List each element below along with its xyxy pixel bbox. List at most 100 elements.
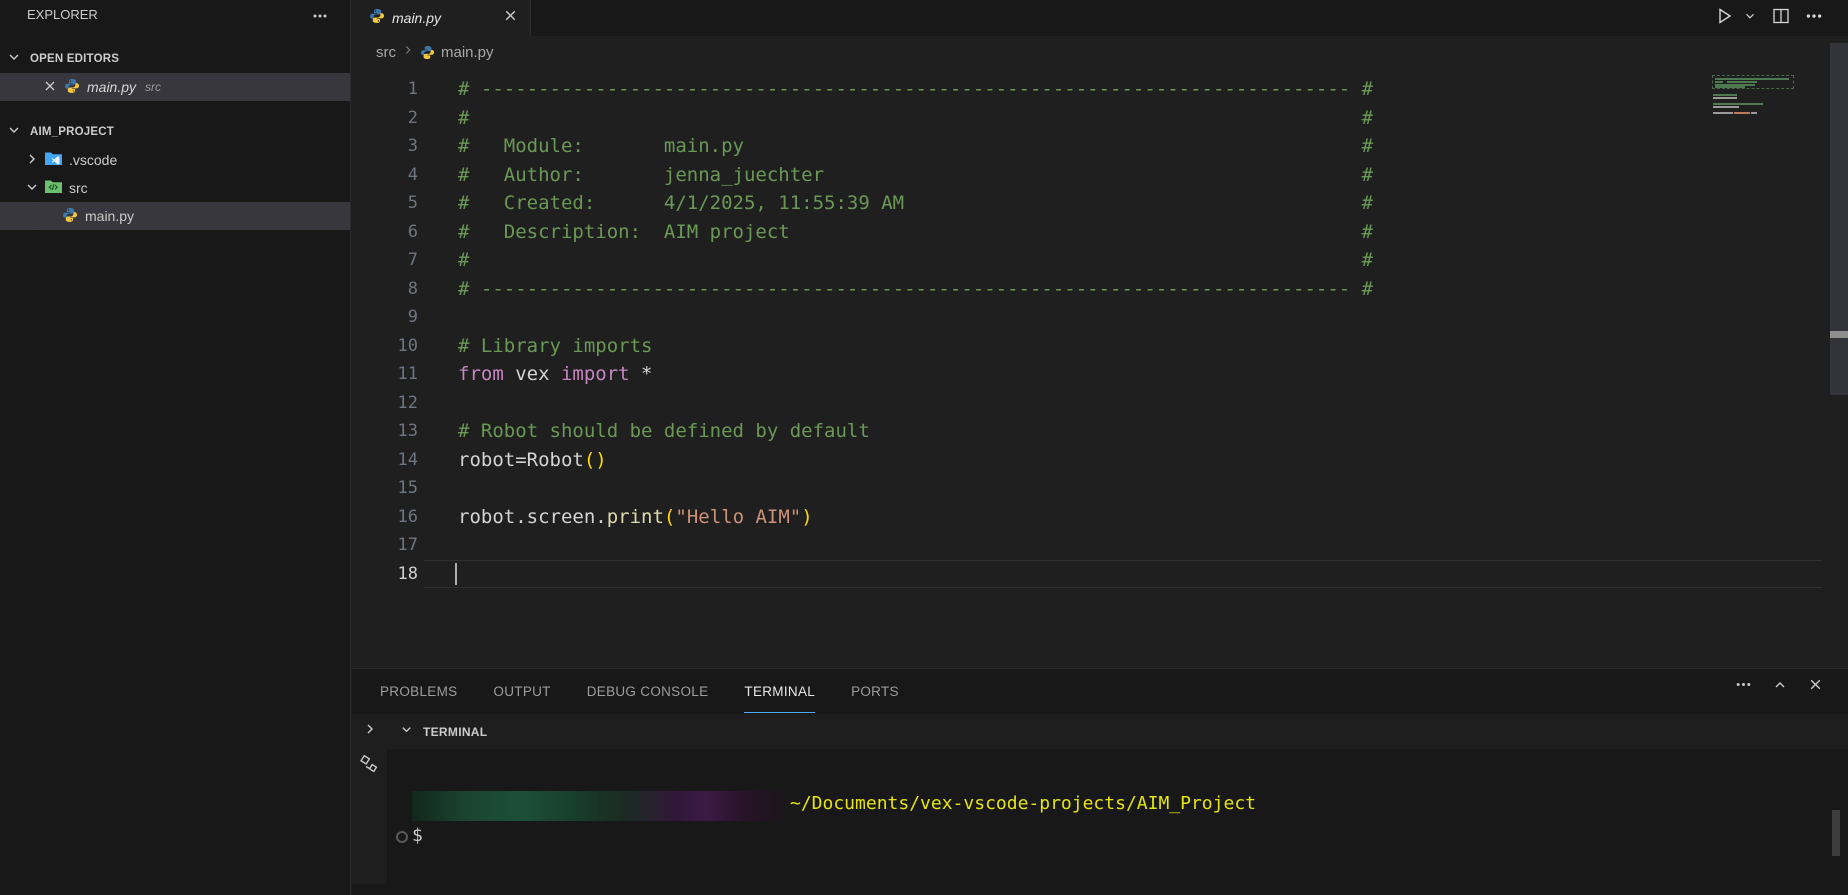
tree-item-vscode-folder[interactable]: .vscode [0, 146, 350, 174]
panel-more-icon[interactable] [1735, 676, 1752, 698]
breadcrumb-folder[interactable]: src [376, 44, 396, 61]
explorer-more-icon[interactable] [312, 8, 328, 29]
code-token: # Created: 4/1/2025, 11:55:39 AM # [458, 192, 1373, 214]
line-number: 17 [352, 531, 418, 560]
code-token: # # [458, 249, 1373, 271]
code-line-3[interactable]: 3# Module: main.py # [352, 132, 1732, 161]
code-line-14[interactable]: 14robot=Robot() [352, 446, 1732, 475]
run-button[interactable] [1714, 6, 1734, 31]
chevron-right-icon[interactable] [362, 721, 378, 742]
code-line-17[interactable]: 17 [352, 531, 1732, 560]
tree-indent-guide [33, 202, 34, 230]
code-token: * [630, 363, 653, 385]
line-number: 14 [352, 446, 418, 475]
command-decoration-circle-icon[interactable] [396, 831, 408, 843]
open-editors-label: OPEN EDITORS [30, 53, 119, 65]
code-line-10[interactable]: 10# Library imports [352, 332, 1732, 361]
code-line-15[interactable]: 15 [352, 474, 1732, 503]
code-text: # Robot should be defined by default [418, 417, 870, 446]
panel-tab-ports[interactable]: PORTS [851, 669, 899, 714]
chevron-down-icon [6, 122, 22, 143]
line-number: 7 [352, 246, 418, 275]
code-line-5[interactable]: 5 # Created: 4/1/2025, 11:55:39 AM # [352, 189, 1732, 218]
line-number: 15 [352, 474, 418, 503]
code-editor[interactable]: 1 # -------------------------------------… [352, 75, 1732, 588]
vscode-window: EXPLORER OPEN EDITORS main.py src [0, 0, 1848, 895]
code-line-1[interactable]: 1 # -------------------------------------… [352, 75, 1732, 104]
code-text [418, 531, 458, 560]
code-line-8[interactable]: 8# -------------------------------------… [352, 275, 1732, 304]
code-line-12[interactable]: 12 [352, 389, 1732, 418]
tree-item-label: .vscode [69, 152, 117, 168]
code-text: # # [418, 246, 1373, 275]
line-number: 5 [352, 189, 418, 218]
breadcrumb-file[interactable]: main.py [441, 44, 494, 61]
code-line-11[interactable]: 11from vex import * [352, 360, 1732, 389]
minimap[interactable] [1712, 72, 1798, 122]
panel-tab-debug-console[interactable]: DEBUG CONSOLE [587, 669, 709, 714]
project-name-label: AIM_PROJECT [30, 126, 114, 138]
code-text: robot=Robot() [418, 446, 607, 475]
tree-item-src-folder[interactable]: src [0, 174, 350, 202]
line-number: 18 [352, 560, 418, 589]
code-line-9[interactable]: 9 [352, 303, 1732, 332]
code-text [418, 303, 458, 332]
code-text: # --------------------------------------… [418, 275, 1373, 304]
scrollbar-cursor-marker [1830, 331, 1848, 338]
editor-more-icon[interactable] [1805, 7, 1823, 30]
tab-label: main.py [392, 10, 441, 26]
code-line-16[interactable]: 16robot.screen.print("Hello AIM") [352, 503, 1732, 532]
panel-maximize-chevron-up-icon[interactable] [1772, 677, 1788, 698]
code-token: # Description: AIM project # [458, 221, 1373, 243]
code-token: # Library imports [458, 335, 652, 357]
code-line-4[interactable]: 4# Author: jenna_juechter # [352, 161, 1732, 190]
code-token: # --------------------------------------… [458, 78, 1373, 100]
chevron-right-icon [24, 151, 40, 170]
code-text: from vex import * [418, 360, 653, 389]
line-number: 1 [352, 75, 418, 104]
tree-item-label: src [69, 180, 88, 196]
vex-terminal-decoration-icon[interactable] [358, 754, 380, 781]
chevron-down-icon [24, 179, 40, 198]
python-icon [62, 207, 78, 226]
code-text: # Module: main.py # [418, 132, 1373, 161]
bottom-panel: PROBLEMS OUTPUT DEBUG CONSOLE TERMINAL PORTS… [352, 668, 1848, 895]
tree-item-main-py[interactable]: main.py [0, 202, 350, 230]
close-icon[interactable] [503, 8, 518, 28]
code-text: # # [418, 104, 1373, 133]
code-text: # Description: AIM project # [418, 218, 1373, 247]
close-icon[interactable] [43, 79, 57, 96]
python-icon [64, 78, 80, 97]
explorer-sidebar: EXPLORER OPEN EDITORS main.py src [0, 0, 351, 895]
code-text: # Created: 4/1/2025, 11:55:39 AM # [418, 189, 1373, 218]
code-line-18[interactable]: 18 [352, 560, 1732, 589]
code-line-13[interactable]: 13# Robot should be defined by default [352, 417, 1732, 446]
code-token: "Hello AIM" [675, 506, 801, 528]
split-editor-icon[interactable] [1772, 7, 1790, 30]
open-editors-section-header[interactable]: OPEN EDITORS [0, 45, 350, 73]
code-text: # Library imports [418, 332, 652, 361]
panel-tab-output[interactable]: OUTPUT [493, 669, 550, 714]
code-text: # Author: jenna_juechter # [418, 161, 1373, 190]
open-editor-file-name: main.py [87, 79, 136, 95]
code-token: robot.screen. [458, 506, 607, 528]
open-editor-item-main-py[interactable]: main.py src [0, 73, 350, 101]
code-line-6[interactable]: 6# Description: AIM project # [352, 218, 1732, 247]
panel-close-icon[interactable] [1808, 677, 1823, 697]
code-token: robot=Robot [458, 449, 584, 471]
text-cursor [455, 563, 457, 585]
run-dropdown-chevron-icon[interactable] [1743, 9, 1757, 28]
code-line-2[interactable]: 2# # [352, 104, 1732, 133]
tab-main-py[interactable]: main.py [352, 0, 531, 36]
panel-tab-terminal[interactable]: TERMINAL [744, 669, 815, 714]
breadcrumb: src main.py [352, 36, 1712, 68]
code-token: # --------------------------------------… [458, 278, 1373, 300]
code-line-7[interactable]: 7 # # [352, 246, 1732, 275]
project-section-header[interactable]: AIM_PROJECT [0, 118, 350, 146]
editor-scrollbar-thumb[interactable] [1830, 43, 1848, 395]
explorer-header: EXPLORER [0, 0, 350, 34]
panel-tab-problems[interactable]: PROBLEMS [380, 669, 457, 714]
terminal-content[interactable]: ~/Documents/vex-vscode-projects/AIM_Proj… [387, 749, 1828, 895]
terminal-scrollbar-thumb[interactable] [1832, 810, 1840, 856]
chevron-down-icon[interactable] [399, 722, 414, 742]
